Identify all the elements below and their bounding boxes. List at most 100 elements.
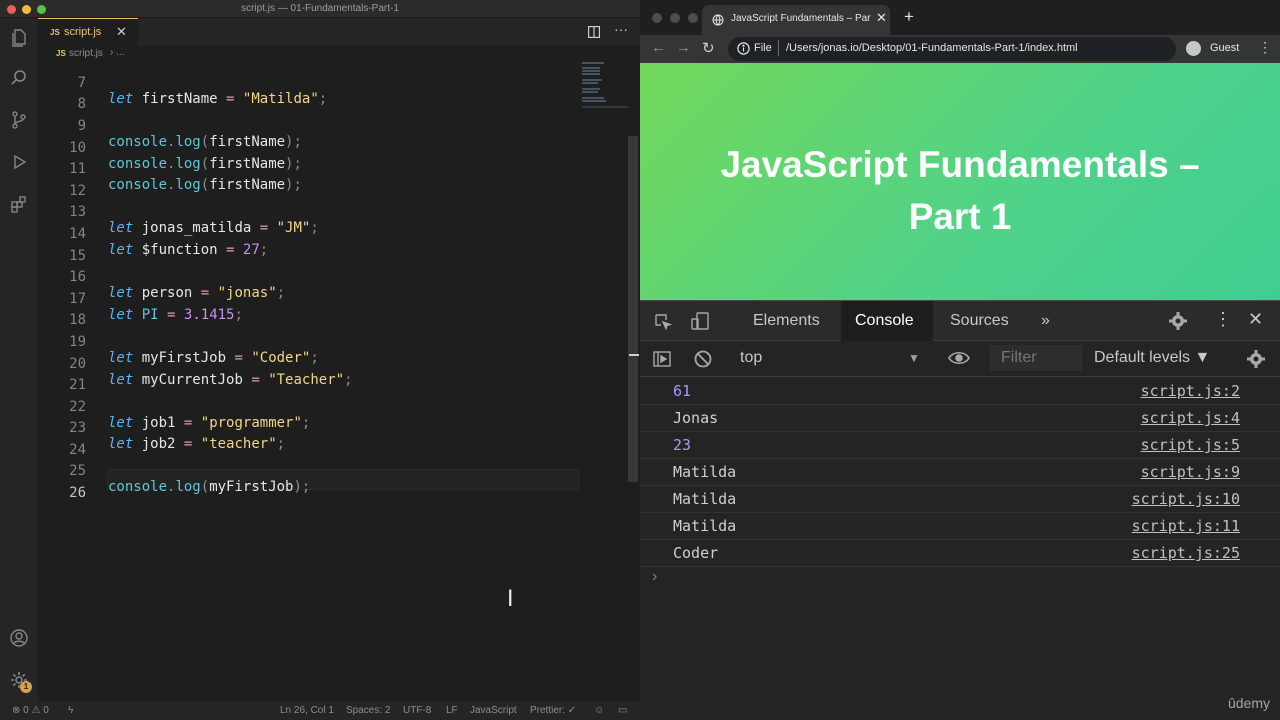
gear-icon[interactable]: [1168, 311, 1188, 336]
tab-console[interactable]: Console: [841, 301, 933, 341]
gear-icon[interactable]: [1246, 349, 1266, 374]
text-cursor-icon: I: [507, 587, 514, 612]
code-line: 19 let myFirstJob = "Coder";: [38, 318, 598, 366]
url-text[interactable]: /Users/jonas.io/Desktop/01-Fundamentals-…: [786, 42, 1078, 54]
search-icon[interactable]: [9, 68, 29, 88]
tab-sources[interactable]: Sources: [950, 312, 1009, 330]
line-ending[interactable]: LF: [446, 705, 458, 716]
code-line: 18: [38, 296, 598, 328]
log-source-link[interactable]: script.js:11: [1132, 517, 1240, 535]
devtools-tab-bar: Elements Console Sources » ⋮ ✕: [640, 301, 1280, 341]
lightning-icon[interactable]: ϟ: [68, 705, 73, 716]
log-value: Matilda: [673, 490, 737, 508]
console-message: Coder script.js:25: [640, 540, 1280, 567]
code-line: 11 console.log(firstName);: [38, 145, 598, 193]
info-icon[interactable]: [737, 42, 750, 55]
close-tab-icon[interactable]: ✕: [876, 10, 887, 26]
log-source-link[interactable]: script.js:5: [1141, 436, 1240, 454]
avatar: [1186, 41, 1201, 56]
new-tab-button[interactable]: +: [904, 7, 914, 27]
maximize-window-button[interactable]: [688, 13, 698, 23]
tab-elements[interactable]: Elements: [753, 312, 820, 330]
code-editor[interactable]: 7 let firstName = "Matilda"; 8 9 console…: [38, 58, 628, 702]
code-line: 22 let job1 = "programmer";: [38, 383, 598, 431]
profile-button[interactable]: Guest: [1186, 39, 1268, 59]
live-expression-eye-icon[interactable]: [948, 350, 970, 371]
indentation[interactable]: Spaces: 2: [346, 705, 390, 716]
feedback-icon[interactable]: ☺: [594, 705, 604, 716]
cursor-position[interactable]: Ln 26, Col 1: [280, 705, 334, 716]
split-editor-icon[interactable]: [588, 25, 601, 39]
chrome-toolbar: ← → ↻ File /Users/jonas.io/Desktop/01-Fu…: [640, 35, 1280, 63]
log-source-link[interactable]: script.js:9: [1141, 463, 1240, 481]
devtools-menu-icon[interactable]: ⋮: [1214, 309, 1232, 330]
reload-icon[interactable]: ↻: [702, 39, 715, 57]
device-toolbar-icon[interactable]: [690, 311, 710, 336]
run-debug-icon[interactable]: [9, 152, 29, 172]
editor-tab-bar: JS script.js ✕ ···: [38, 18, 640, 46]
log-levels-dropdown[interactable]: Default levels ▼: [1094, 349, 1210, 367]
explorer-icon[interactable]: [9, 28, 29, 48]
inspect-element-icon[interactable]: [653, 312, 673, 337]
address-bar[interactable]: File /Users/jonas.io/Desktop/01-Fundamen…: [728, 37, 1176, 61]
more-tabs-icon[interactable]: »: [1041, 312, 1050, 330]
sidebar-toggle-icon[interactable]: [652, 349, 672, 374]
notifications-icon[interactable]: ▭: [618, 705, 627, 716]
filter-input[interactable]: [990, 345, 1082, 371]
activity-bar: [0, 18, 38, 702]
log-source-link[interactable]: script.js:2: [1141, 382, 1240, 400]
close-window-button[interactable]: [652, 13, 662, 23]
context-selector[interactable]: top: [740, 349, 762, 367]
scroll-position-marker: [629, 354, 639, 356]
log-value: Coder: [673, 544, 719, 562]
browser-tab[interactable]: JavaScript Fundamentals – Part 1 ✕: [702, 5, 890, 35]
language-mode[interactable]: JavaScript: [470, 705, 517, 716]
more-actions-icon[interactable]: ···: [614, 21, 628, 37]
back-icon[interactable]: ←: [651, 39, 666, 56]
minimap[interactable]: [578, 60, 630, 110]
clear-console-icon[interactable]: [693, 349, 713, 374]
chrome-tab-strip: JavaScript Fundamentals – Part 1 ✕ +: [640, 0, 1280, 35]
tab-script-js[interactable]: JS script.js ✕: [38, 18, 138, 46]
source-control-icon[interactable]: [9, 110, 29, 130]
console-prompt[interactable]: ›: [652, 568, 657, 586]
log-value: 61: [673, 382, 692, 400]
profile-label: Guest: [1210, 42, 1240, 54]
browser-tab-title: JavaScript Fundamentals – Part 1: [731, 13, 871, 24]
code-line: 14 let $function = 27;: [38, 210, 598, 258]
close-devtools-icon[interactable]: ✕: [1248, 309, 1263, 330]
code-line: 24: [38, 426, 598, 458]
js-file-icon: JS: [56, 49, 66, 58]
account-icon[interactable]: [9, 628, 29, 648]
log-source-link[interactable]: script.js:10: [1132, 490, 1240, 508]
code-line: 17 let PI = 3.1415;: [38, 275, 598, 323]
console-message: 61 script.js:2: [640, 378, 1280, 405]
log-source-link[interactable]: script.js:4: [1141, 409, 1240, 427]
encoding[interactable]: UTF-8: [403, 705, 431, 716]
extensions-icon[interactable]: [9, 194, 29, 214]
address-separator: [778, 40, 779, 56]
editor-scrollbar[interactable]: [628, 136, 638, 482]
code-line: 26: [38, 469, 598, 501]
code-line: 15: [38, 232, 598, 264]
breadcrumb-separator: › ...: [110, 47, 125, 58]
console-toolbar: top ▼ Default levels ▼: [640, 341, 1280, 377]
page-viewport: JavaScript Fundamentals – Part 1: [640, 63, 1280, 300]
vscode-titlebar: script.js — 01-Fundamentals-Part-1: [0, 0, 640, 18]
close-tab-icon[interactable]: ✕: [116, 24, 127, 40]
code-line: 10 console.log(firstName);: [38, 124, 598, 172]
chrome-menu-icon[interactable]: ⋮: [1258, 39, 1272, 56]
update-badge: 1: [20, 681, 32, 693]
globe-icon: [712, 13, 724, 26]
forward-icon[interactable]: →: [676, 39, 691, 56]
page-heading-line-1: JavaScript Fundamentals –: [720, 144, 1200, 185]
code-line: 8: [38, 80, 598, 112]
log-source-link[interactable]: script.js:25: [1132, 544, 1240, 562]
prettier-status[interactable]: Prettier: ✓: [530, 705, 576, 716]
chevron-down-icon[interactable]: ▼: [908, 351, 920, 365]
console-message: Matilda script.js:10: [640, 486, 1280, 513]
problems-indicator[interactable]: ⊗ 0 ⚠ 0: [12, 705, 49, 716]
console-message: Matilda script.js:11: [640, 513, 1280, 540]
minimize-window-button[interactable]: [670, 13, 680, 23]
code-line: 13 let jonas_matilda = "JM";: [38, 188, 598, 236]
